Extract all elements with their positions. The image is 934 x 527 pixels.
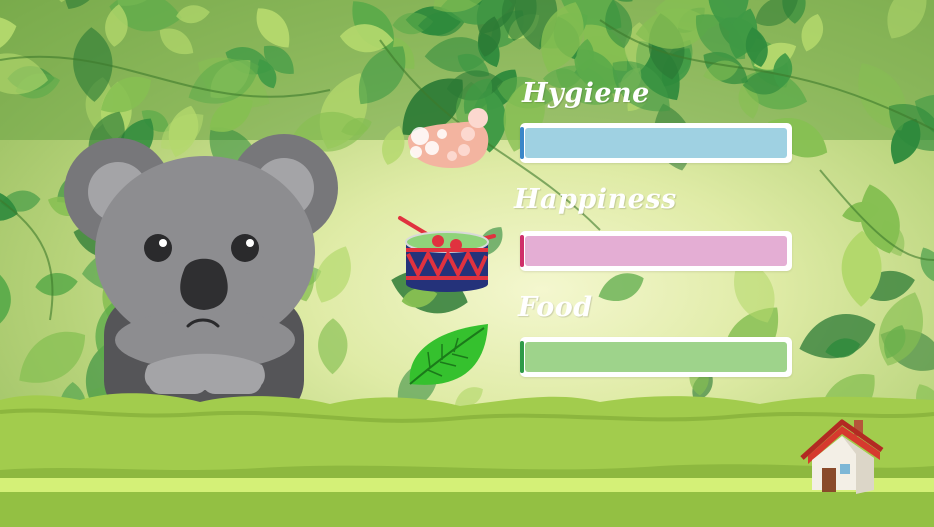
happiness-label: Happiness bbox=[514, 184, 677, 215]
hygiene-meter bbox=[520, 123, 792, 163]
hygiene-meter-edge bbox=[520, 127, 524, 159]
hygiene-meter-fill bbox=[525, 128, 787, 158]
drum-icon bbox=[398, 216, 496, 292]
bath-foot-icon bbox=[408, 108, 489, 168]
food-meter-edge bbox=[520, 341, 524, 373]
food-label: Food bbox=[518, 292, 593, 323]
leaf-icon bbox=[409, 324, 488, 385]
hygiene-label: Hygiene bbox=[522, 78, 650, 109]
happiness-meter-edge bbox=[520, 235, 524, 267]
house-icon bbox=[800, 419, 884, 494]
food-meter-fill bbox=[525, 342, 787, 372]
home-button[interactable] bbox=[798, 414, 884, 498]
happiness-meter-fill bbox=[525, 236, 787, 266]
game-scene: Hygiene Happiness Food bbox=[0, 0, 934, 527]
food-meter bbox=[520, 337, 792, 377]
happiness-meter bbox=[520, 231, 792, 271]
